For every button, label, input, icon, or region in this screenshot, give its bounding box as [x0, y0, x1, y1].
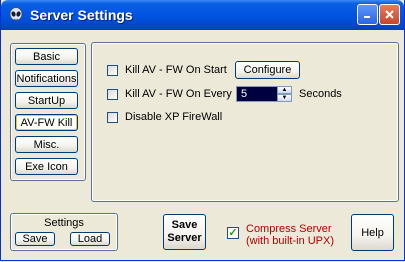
- tab-notifications[interactable]: Notifications: [15, 70, 78, 87]
- save-server-button[interactable]: Save Server: [163, 214, 206, 250]
- kill-on-start-label: Kill AV - FW On Start: [125, 64, 227, 76]
- alien-app-icon: [9, 7, 23, 21]
- kill-on-start-checkbox[interactable]: [107, 65, 118, 76]
- compress-server-label: Compress Server (with built-in UPX): [246, 223, 334, 247]
- settings-title: Settings: [44, 217, 84, 229]
- window-title: Server Settings: [30, 7, 133, 23]
- kill-interval-input[interactable]: 5: [236, 86, 278, 102]
- tab-av-fw-kill[interactable]: AV-FW Kill: [15, 114, 78, 131]
- tab-startup[interactable]: StartUp: [15, 92, 78, 109]
- tab-basic[interactable]: Basic: [15, 48, 78, 65]
- seconds-label: Seconds: [299, 88, 342, 100]
- configure-button[interactable]: Configure: [235, 61, 300, 79]
- server-settings-window: Server Settings Basic Notifications Star…: [0, 0, 405, 261]
- spin-up-icon[interactable]: ▲: [277, 86, 292, 94]
- save-server-line1: Save: [171, 219, 198, 231]
- compress-server-checkbox[interactable]: ✓: [227, 227, 239, 239]
- disable-firewall-label: Disable XP FireWall: [125, 111, 223, 123]
- kill-every-label: Kill AV - FW On Every: [125, 88, 232, 100]
- kill-every-checkbox[interactable]: [107, 89, 118, 100]
- tab-misc[interactable]: Misc.: [15, 136, 78, 153]
- close-button[interactable]: [379, 4, 400, 25]
- compress-line1: Compress Server: [246, 223, 332, 235]
- title-bar[interactable]: Server Settings: [1, 0, 404, 30]
- disable-firewall-checkbox[interactable]: [107, 112, 118, 123]
- close-icon: [385, 10, 394, 19]
- spin-down-icon[interactable]: ▼: [277, 94, 292, 102]
- help-button[interactable]: Help: [351, 214, 394, 251]
- settings-load-button[interactable]: Load: [70, 232, 110, 246]
- minimize-icon: [364, 16, 370, 18]
- tab-exe-icon[interactable]: Exe Icon: [15, 158, 78, 175]
- settings-save-button[interactable]: Save: [15, 232, 55, 246]
- kill-interval-spinner[interactable]: ▲ ▼: [277, 86, 292, 102]
- minimize-button[interactable]: [357, 4, 378, 25]
- save-server-line2: Server: [167, 232, 202, 244]
- compress-line2: (with built-in UPX): [246, 235, 335, 247]
- client-area: Basic Notifications StartUp AV-FW Kill M…: [1, 30, 404, 260]
